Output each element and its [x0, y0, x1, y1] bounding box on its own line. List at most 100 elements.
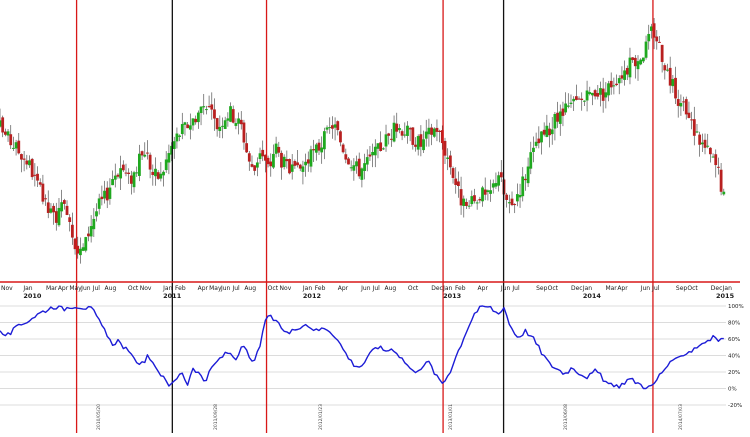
- candle-body-22: [57, 207, 61, 226]
- candle-body-95: [253, 165, 257, 171]
- candle-body-246: [658, 41, 661, 43]
- vertical-markers: [75, 0, 654, 433]
- candle-body-133: [355, 161, 358, 167]
- candle-body-61: [162, 171, 165, 176]
- candle-body-249: [666, 69, 669, 71]
- candle-body-117: [312, 149, 316, 151]
- oscillator-tick-label-1: 80%: [728, 321, 740, 327]
- candle-body-45: [119, 168, 123, 179]
- candle-body-146: [389, 138, 393, 140]
- oscillator-tick-label-2: 60%: [728, 337, 740, 343]
- month-tick-label-11: Feb: [175, 285, 186, 292]
- month-tick-label-10: Jan: [162, 285, 172, 292]
- candle-body-67: [178, 135, 182, 137]
- candle-body-39: [103, 190, 106, 199]
- month-tick-label-43: Jan: [722, 285, 732, 292]
- candle-body-182: [486, 190, 490, 193]
- candle-body-134: [357, 158, 361, 177]
- candle-body-155: [414, 144, 417, 147]
- month-tick-label-18: Nov: [280, 285, 292, 292]
- candle-body-98: [261, 149, 265, 157]
- candle-body-52: [137, 153, 141, 176]
- month-tick-label-38: Jun: [640, 285, 651, 292]
- candle-body-131: [349, 167, 353, 169]
- candle-body-6: [14, 142, 18, 149]
- candle-body-216: [577, 98, 581, 100]
- candle-body-55: [146, 152, 149, 154]
- candle-body-123: [328, 127, 332, 129]
- candle-body-48: [127, 172, 131, 175]
- candle-body-137: [365, 157, 369, 165]
- candle-body-40: [105, 187, 109, 201]
- candle-body-210: [561, 108, 565, 116]
- candle-body-250: [668, 67, 672, 86]
- candle-body-76: [202, 106, 206, 108]
- candle-body-158: [422, 139, 425, 151]
- month-tick-label-30: Jun: [500, 285, 511, 292]
- marker-date-label-3: 2013/01/01: [448, 404, 454, 430]
- candle-body-179: [478, 198, 482, 201]
- candle-body-196: [524, 178, 527, 181]
- month-tick-label-27: Jan: [442, 285, 452, 292]
- candle-body-199: [532, 147, 535, 153]
- marker-date-label-2: 2012/01/23: [318, 404, 324, 430]
- candle-body-266: [711, 156, 715, 158]
- candle-body-219: [585, 90, 589, 101]
- candle-body-231: [617, 78, 621, 84]
- candle-body-73: [194, 118, 198, 123]
- candle-body-92: [245, 143, 249, 153]
- month-tick-label-39: Jul: [651, 285, 660, 292]
- candle-body-154: [411, 127, 415, 145]
- candle-body-116: [309, 149, 313, 167]
- candle-body-34: [89, 226, 93, 237]
- candle-body-31: [81, 247, 85, 251]
- candle-body-135: [360, 168, 364, 180]
- candle-body-156: [416, 136, 420, 150]
- candle-body-232: [620, 75, 624, 79]
- candle-body-32: [84, 237, 88, 251]
- candle-body-205: [548, 128, 551, 136]
- month-tick-label-7: Aug: [105, 285, 117, 292]
- candle-body-106: [282, 156, 286, 168]
- candle-body-227: [607, 83, 610, 96]
- candle-body-180: [481, 187, 484, 202]
- candle-body-169: [451, 168, 455, 178]
- candle-body-178: [475, 202, 479, 204]
- candle-body-25: [65, 205, 69, 215]
- candle-body-140: [373, 146, 377, 156]
- oscillator-tick-label-4: 20%: [728, 370, 740, 376]
- chart-stage: Nov Jan Mar Apr May Jun Jul Aug Oct Nov Jan Feb Apr M…: [0, 0, 750, 433]
- candle-body-177: [473, 195, 476, 202]
- candle-body-257: [687, 112, 691, 118]
- candle-body-147: [392, 122, 396, 142]
- year-tick-label-3: 2013: [443, 292, 461, 300]
- candle-body-91: [242, 122, 246, 143]
- candle-body-89: [237, 118, 240, 124]
- month-tick-label-0: Nov: [1, 285, 13, 292]
- candle-body-81: [215, 118, 219, 130]
- candle-body-0: [0, 120, 2, 127]
- candle-body-162: [432, 128, 436, 137]
- candle-body-207: [553, 114, 557, 129]
- candle-body-85: [226, 118, 230, 121]
- candle-body-144: [384, 134, 388, 147]
- candle-body-2: [3, 131, 7, 135]
- month-tick-label-3: Apr: [58, 285, 69, 292]
- month-tick-label-32: Sep: [536, 285, 548, 292]
- candle-body-120: [320, 147, 324, 153]
- candle-body-223: [596, 93, 600, 97]
- candle-body-127: [339, 131, 342, 143]
- candle-body-18: [46, 202, 50, 213]
- candle-body-21: [54, 211, 58, 223]
- candle-body-128: [341, 144, 345, 153]
- candle-body-43: [113, 175, 117, 180]
- candle-body-26: [68, 217, 72, 222]
- candle-body-173: [462, 198, 466, 207]
- candle-body-175: [467, 205, 471, 207]
- month-tick-label-6: Jul: [92, 285, 101, 292]
- month-tick-label-2: Mar: [46, 285, 58, 292]
- candle-body-124: [331, 125, 334, 129]
- candle-body-114: [304, 161, 307, 166]
- candle-body-103: [274, 143, 278, 154]
- candle-body-264: [706, 145, 710, 147]
